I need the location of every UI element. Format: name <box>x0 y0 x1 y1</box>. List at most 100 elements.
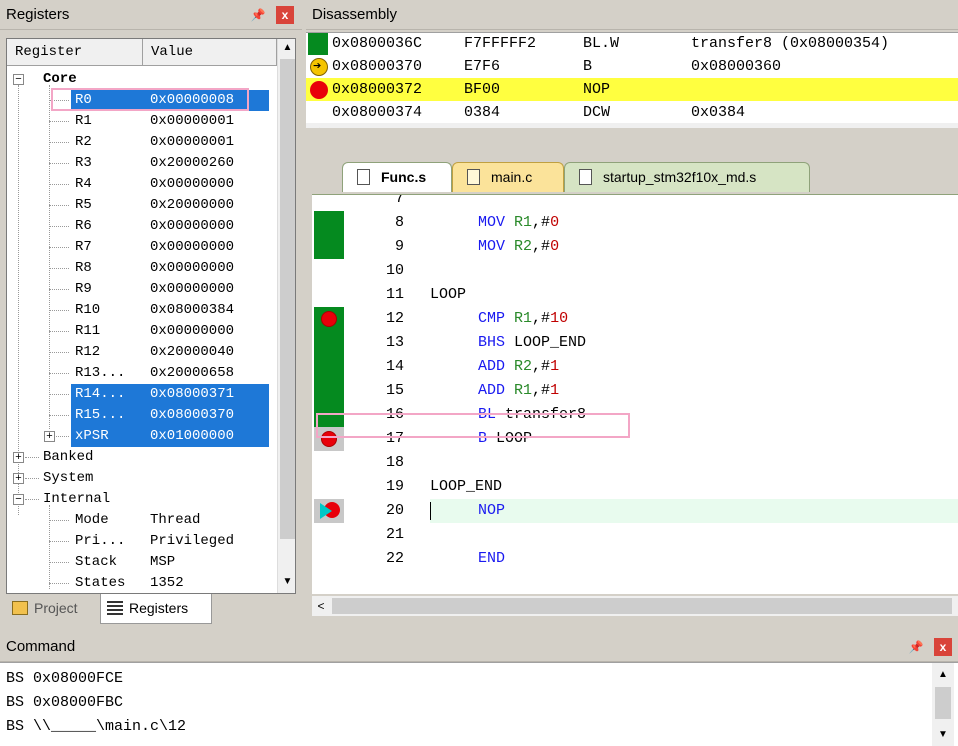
column-header-register[interactable]: Register <box>7 39 143 66</box>
register-value[interactable]: 0x00000001 <box>150 132 234 153</box>
register-value[interactable]: 0x00000000 <box>150 279 234 300</box>
scroll-thumb[interactable] <box>280 59 295 539</box>
command-output[interactable]: BS 0x08000FCE BS 0x08000FBC BS \\_____\m… <box>0 662 958 746</box>
register-value[interactable]: 0x00000000 <box>150 216 234 237</box>
code-editor[interactable]: 7 8 MOV R1,#0 9 MOV R2,#0 10 11 LOOP 12 CMP R1,#1… <box>312 194 958 594</box>
register-value[interactable]: 0x08000370 <box>150 405 234 426</box>
tree-group-system[interactable]: + System <box>7 468 277 489</box>
breakpoint-icon[interactable] <box>321 311 337 327</box>
registers-icon <box>107 601 123 615</box>
tab-main-c[interactable]: main.c <box>452 162 564 192</box>
code-line[interactable]: 14 ADD R2,#1 <box>312 355 958 379</box>
register-row[interactable]: R1 0x00000001 <box>7 111 277 132</box>
scroll-down-icon[interactable]: ▼ <box>932 725 954 745</box>
register-row[interactable]: R8 0x00000000 <box>7 258 277 279</box>
register-row[interactable]: R5 0x20000000 <box>7 195 277 216</box>
expand-icon[interactable]: + <box>13 473 24 484</box>
register-value[interactable]: 0x00000000 <box>150 237 234 258</box>
mnemonic: DCW <box>583 104 611 121</box>
close-icon[interactable]: x <box>276 6 294 24</box>
register-row[interactable]: R10 0x08000384 <box>7 300 277 321</box>
tab-startup-s[interactable]: startup_stm32f10x_md.s <box>564 162 810 192</box>
register-row[interactable]: R9 0x00000000 <box>7 279 277 300</box>
register-value[interactable]: 0x00000000 <box>150 258 234 279</box>
disassembly-row[interactable]: 0x0800036C F7FFFFF2 BL.W transfer8 (0x08000… <box>306 33 958 55</box>
pin-icon[interactable]: 📌 <box>250 7 266 23</box>
register-row[interactable]: R2 0x00000001 <box>7 132 277 153</box>
register-row[interactable]: R14... 0x08000371 <box>7 384 277 405</box>
code-line[interactable]: 7 <box>312 195 958 211</box>
breakpoint-icon[interactable] <box>310 81 328 99</box>
code-line[interactable]: 13 BHS LOOP_END <box>312 331 958 355</box>
tab-project[interactable]: Project <box>6 594 94 624</box>
register-value[interactable]: 0x20000040 <box>150 342 234 363</box>
disassembly-panel: Disassembly 0x0800036C F7FFFFF2 BL.W transf… <box>306 0 958 128</box>
disassembly-row[interactable]: 0x08000374 0384 DCW 0x0384 <box>306 101 958 124</box>
scroll-thumb[interactable] <box>332 598 952 614</box>
code-line[interactable]: 8 MOV R1,#0 <box>312 211 958 235</box>
register-row[interactable]: R6 0x00000000 <box>7 216 277 237</box>
register-value[interactable]: 0x00000000 <box>150 174 234 195</box>
tab-func-s[interactable]: Func.s <box>342 162 452 192</box>
current-pc-breakpoint-icon[interactable] <box>320 502 340 520</box>
register-value[interactable]: 0x08000371 <box>150 384 234 405</box>
command-scrollbar[interactable]: ▲ ▼ <box>932 663 954 746</box>
registers-scrollbar[interactable]: ▲ ▼ <box>277 39 295 593</box>
disassembly-row[interactable]: ➔ 0x08000370 E7F6 B 0x08000360 <box>306 55 958 78</box>
close-icon[interactable]: x <box>934 638 952 656</box>
code-line[interactable]: 10 <box>312 259 958 283</box>
register-value[interactable]: 0x00000001 <box>150 111 234 132</box>
scroll-up-icon[interactable]: ▲ <box>278 39 295 57</box>
internal-row[interactable]: Pri... Privileged <box>7 531 277 552</box>
register-value[interactable]: 0x08000384 <box>150 300 234 321</box>
scroll-down-icon[interactable]: ▼ <box>278 573 295 591</box>
scroll-thumb[interactable] <box>935 687 951 719</box>
code-line[interactable]: 18 <box>312 451 958 475</box>
tab-registers[interactable]: Registers <box>100 594 212 624</box>
register-row[interactable]: R7 0x00000000 <box>7 237 277 258</box>
collapse-icon[interactable]: − <box>13 494 24 505</box>
scroll-up-icon[interactable]: ▲ <box>932 665 954 685</box>
internal-row[interactable]: Stack MSP <box>7 552 277 573</box>
code-line[interactable]: 19 LOOP_END <box>312 475 958 499</box>
expand-icon[interactable]: + <box>44 431 55 442</box>
register-row[interactable]: R13... 0x20000658 <box>7 363 277 384</box>
coverage-mark <box>314 211 344 235</box>
code-line[interactable]: 20 NOP <box>312 499 958 523</box>
code-token: END <box>478 550 506 567</box>
register-row[interactable]: R15... 0x08000370 <box>7 405 277 426</box>
disassembly-hscroll[interactable]: < <box>306 123 958 128</box>
register-value[interactable]: 0x20000658 <box>150 363 234 384</box>
code-line[interactable]: 22 END <box>312 547 958 571</box>
disassembly-row[interactable]: 0x08000372 BF00 NOP <box>306 78 958 101</box>
coverage-mark <box>308 33 328 55</box>
code-line[interactable]: 15 ADD R1,#1 <box>312 379 958 403</box>
editor-hscroll[interactable]: < <box>312 596 958 616</box>
register-row[interactable]: R11 0x00000000 <box>7 321 277 342</box>
pin-icon[interactable]: 📌 <box>908 639 924 655</box>
register-value[interactable]: 0x00000000 <box>150 321 234 342</box>
internal-row[interactable]: States 1352 <box>7 573 277 593</box>
code-line[interactable]: 11 LOOP <box>312 283 958 307</box>
expand-icon[interactable]: + <box>13 452 24 463</box>
register-value[interactable]: 0x01000000 <box>150 426 234 447</box>
register-value[interactable]: 0x20000260 <box>150 153 234 174</box>
code-line[interactable]: 21 <box>312 523 958 547</box>
tree-group-core[interactable]: − Core <box>7 69 277 90</box>
tree-group-internal[interactable]: − Internal <box>7 489 277 510</box>
column-header-value[interactable]: Value <box>143 39 277 66</box>
tree-group-banked[interactable]: + Banked <box>7 447 277 468</box>
register-row[interactable]: R3 0x20000260 <box>7 153 277 174</box>
register-row[interactable]: R12 0x20000040 <box>7 342 277 363</box>
collapse-icon[interactable]: − <box>13 74 24 85</box>
code-text: MOV R1,#0 <box>478 211 559 235</box>
scroll-left-icon[interactable]: < <box>312 123 320 128</box>
code-line[interactable]: 9 MOV R2,#0 <box>312 235 958 259</box>
register-row[interactable]: + xPSR 0x01000000 <box>7 426 277 447</box>
register-name: R8 <box>75 260 92 276</box>
scroll-left-icon[interactable]: < <box>312 596 330 616</box>
register-value[interactable]: 0x20000000 <box>150 195 234 216</box>
internal-row[interactable]: Mode Thread <box>7 510 277 531</box>
code-line[interactable]: 12 CMP R1,#10 <box>312 307 958 331</box>
register-row[interactable]: R4 0x00000000 <box>7 174 277 195</box>
